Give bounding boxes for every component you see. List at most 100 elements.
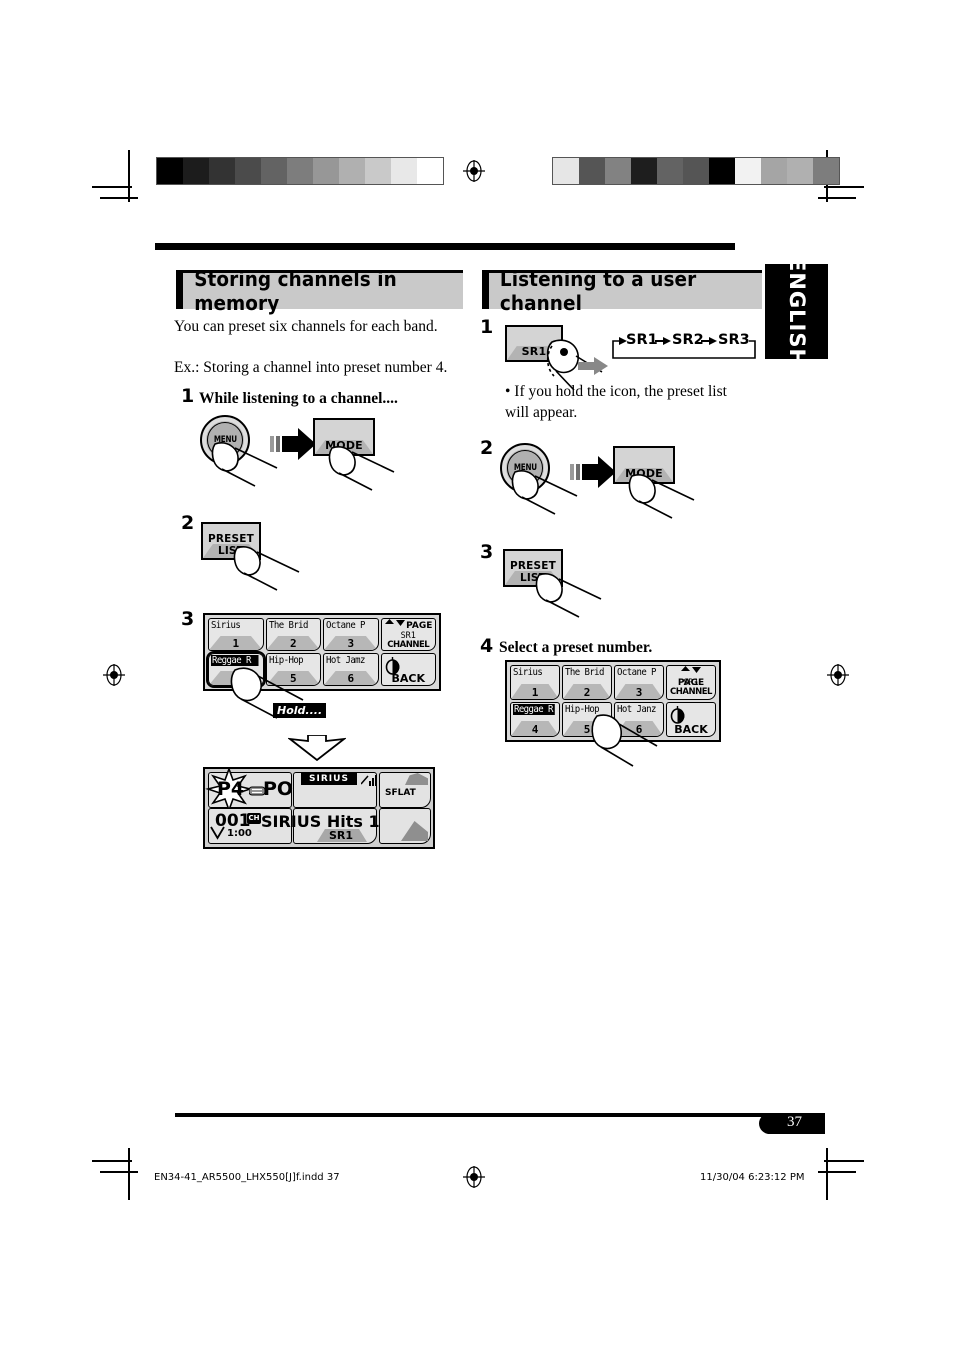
- flow-arrow-sr1: [578, 357, 608, 375]
- preset-cell-number: 2: [289, 637, 297, 650]
- gray-swatch-10: [787, 158, 813, 184]
- preset-cell-label: The Brid: [268, 620, 308, 631]
- gray-swatch-11: [813, 158, 839, 184]
- footer-file-name: EN34-41_AR5500_LHX550[J]f.indd 37: [154, 1172, 340, 1183]
- preset-cell-label: The Brid: [565, 667, 604, 678]
- crop-mark-bl-h: [92, 1160, 132, 1162]
- finger-pointer-preset-left: [233, 546, 300, 591]
- registration-mark-top: [463, 160, 485, 182]
- right-step-1-number: 1: [480, 316, 494, 338]
- left-step-2-number: 2: [181, 512, 195, 534]
- page-cell-sub2: CHANNEL: [387, 640, 430, 650]
- left-step-1-number: 1: [181, 385, 195, 407]
- preset-cell-number: 3: [347, 637, 355, 650]
- preset-cell-number: 1: [531, 686, 539, 699]
- right-step-2-number: 2: [480, 437, 494, 459]
- crop-mark-br-h: [824, 1160, 864, 1162]
- back-cell-label: BACK: [391, 672, 426, 685]
- preset-cell-1[interactable]: Sirius 1: [208, 618, 264, 651]
- gray-swatch-7: [313, 158, 339, 184]
- preset-cell-2[interactable]: The Brid 2: [265, 618, 321, 651]
- crop-mark-tl-h: [92, 186, 132, 188]
- crop-mark-br2-h: [818, 1171, 856, 1173]
- screen-preset-number: P4: [217, 778, 245, 800]
- sr-chain-item-1: SR1: [626, 332, 658, 348]
- screen-source-label: SR1: [329, 829, 354, 842]
- preset-back-cell[interactable]: BACK: [380, 653, 436, 686]
- preset-cell-3[interactable]: Octane P 3: [614, 665, 664, 700]
- page-cell-sub2: CHANNEL: [670, 687, 712, 697]
- screen-band-badge-label: SIRIUS: [309, 774, 349, 784]
- preset-cell-number: 2: [583, 686, 591, 699]
- preset-cell-3[interactable]: Octane P 3: [323, 618, 379, 651]
- preset-cell-label: Octane P: [617, 667, 656, 678]
- preset-cell-1[interactable]: Sirius 1: [510, 665, 560, 700]
- registration-mark-right: [827, 664, 849, 686]
- section-heading-listening-label: Listening to a user channel: [499, 267, 697, 315]
- finger-pointer-mode-left: [328, 446, 395, 491]
- screen-channel-tag-label: CH: [248, 814, 260, 822]
- gray-swatch-6: [287, 158, 313, 184]
- gray-swatch-11: [417, 158, 443, 184]
- gray-swatch-9: [365, 158, 391, 184]
- preset-cell-label: Sirius: [211, 620, 241, 631]
- preset-page-cell[interactable]: PAGE SR1 CHANNEL: [666, 665, 716, 700]
- preset-cell-number: 4: [531, 723, 539, 736]
- finger-pointer-mode-right: [628, 474, 695, 519]
- intro-text: You can preset six channels for each ban…: [174, 318, 438, 335]
- registration-mark-left: [103, 664, 125, 686]
- screen-band-badge: SIRIUS: [301, 773, 357, 785]
- finger-pointer-preset-right: [535, 573, 602, 618]
- right-note: • If you hold the icon, the preset list …: [505, 383, 727, 421]
- footer-timestamp: 11/30/04 6:23:12 PM: [700, 1172, 805, 1183]
- preset-page-cell[interactable]: PAGE SR1 CHANNEL: [380, 618, 436, 651]
- crop-mark-tl-v: [128, 150, 130, 202]
- preset-cell-label: Hot Jamz: [326, 655, 365, 666]
- flow-arrow-left-1: [270, 428, 316, 460]
- gray-scale-bar-right: [552, 157, 840, 185]
- signal-bars-icon: [361, 775, 377, 786]
- crop-mark-br-v: [826, 1148, 828, 1200]
- finger-pointer-preset4-left: [230, 667, 304, 719]
- screen-eq-label: SFLAT: [385, 788, 416, 798]
- preset-cell-label: Reggae R: [513, 704, 555, 715]
- gray-swatch-5: [261, 158, 287, 184]
- preset-cell-2[interactable]: The Brid 2: [562, 665, 612, 700]
- preset-cell-6[interactable]: Hot Jamz 6: [323, 653, 379, 686]
- crop-mark-tl2-h: [100, 197, 138, 199]
- screen-time: 1:00: [227, 828, 252, 839]
- right-step-4-number: 4: [480, 635, 494, 657]
- sr-chain-item-2: SR2: [672, 332, 704, 348]
- gray-swatch-9: [761, 158, 787, 184]
- preset-cell-number: 6: [347, 672, 355, 685]
- gray-swatch-10: [391, 158, 417, 184]
- footer-rule: [175, 1113, 825, 1117]
- preset-cell-number: 1: [232, 637, 240, 650]
- crop-mark-tr2-h: [818, 197, 856, 199]
- gray-swatch-7: [709, 158, 735, 184]
- playback-screen: P4 POP SIRIUS SFLAT 001 CH 1:00 SIRIUS H…: [203, 767, 435, 849]
- gray-swatch-2: [183, 158, 209, 184]
- gray-scale-bar-left: [156, 157, 444, 185]
- sr-chain-item-3: SR3: [718, 332, 750, 348]
- right-step-4-title: Select a preset number.: [499, 639, 653, 656]
- preset-cell-4[interactable]: Reggae R 4: [510, 702, 560, 737]
- preset-cell-label: Octane P: [326, 620, 365, 631]
- preset-cell-label: Sirius: [513, 667, 543, 678]
- section-heading-storing-label: Storing channels in memory: [194, 267, 397, 315]
- language-tab: ENGLISH: [765, 256, 828, 367]
- down-chevron-icon: [210, 826, 225, 840]
- flow-arrow-right-1: [570, 456, 616, 488]
- preset-cell-number: 3: [635, 686, 643, 699]
- gray-swatch-8: [735, 158, 761, 184]
- gray-swatch-4: [631, 158, 657, 184]
- gray-swatch-4: [235, 158, 261, 184]
- gray-swatch-8: [339, 158, 365, 184]
- finger-pointer-preset4-right: [591, 714, 658, 767]
- page-cell-label: PAGE: [406, 621, 433, 631]
- gray-swatch-1: [157, 158, 183, 184]
- right-step-3-number: 3: [480, 541, 494, 563]
- crop-mark-bl2-h: [100, 1171, 138, 1173]
- section-heading-listening: Listening to a user channel: [482, 267, 762, 315]
- page-number-badge: 37: [759, 1113, 825, 1134]
